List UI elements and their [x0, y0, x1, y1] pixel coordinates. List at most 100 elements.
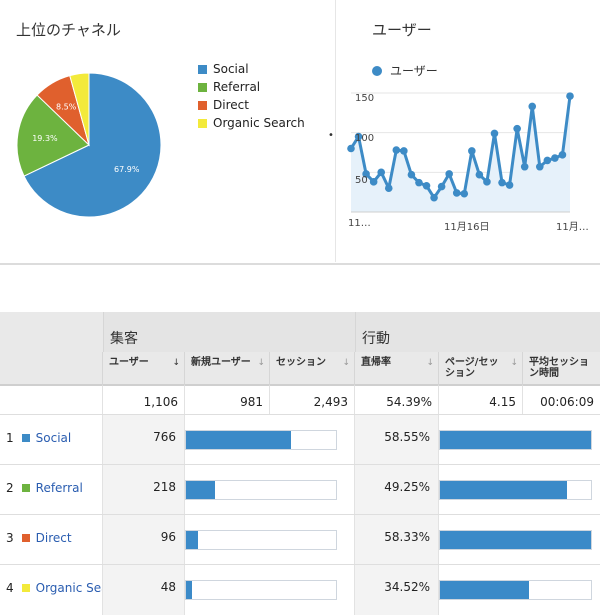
new-users-bar-fill [186, 581, 192, 599]
row-index: 4 [6, 581, 14, 595]
legend-label-organic-search: Organic Search [213, 116, 305, 130]
users-data-point[interactable] [490, 129, 499, 138]
behavior-bar-fill [440, 481, 567, 499]
legend-label-social: Social [213, 62, 249, 76]
header-channel [0, 352, 103, 384]
users-data-point[interactable] [445, 170, 453, 178]
row-new-users-bar-cell [185, 565, 355, 615]
header-pages-per-session[interactable]: ページ/セッション ↓ [439, 352, 523, 384]
users-data-point[interactable] [543, 156, 552, 165]
header-avg-session[interactable]: 平均セッション時間 [523, 352, 600, 384]
channel-link-direct[interactable]: Direct [36, 531, 72, 545]
legend-item-social[interactable]: Social [198, 60, 305, 78]
behavior-bar [439, 430, 592, 450]
row-channel-cell: 1 Social [0, 415, 103, 465]
total-pages-per-session: 4.15 [439, 384, 523, 414]
channels-pie-chart[interactable]: 67.9% 19.3% 8.5% [14, 70, 164, 220]
row-channel-cell: 4 Organic Search [0, 565, 103, 615]
users-data-point[interactable] [437, 182, 446, 191]
users-data-point[interactable] [407, 170, 416, 179]
header-bounce-rate-label: 直帰率 [361, 357, 391, 368]
header-sessions[interactable]: セッション ↓ [270, 352, 355, 384]
y-tick-label: 150 [355, 93, 375, 104]
users-data-point[interactable] [475, 170, 484, 179]
top-channels-title: 上位のチャネル [16, 21, 121, 39]
table-row: 1 Social 766 58.55% [0, 414, 600, 465]
group-behavior-label: 行動 [362, 331, 390, 347]
legend-swatch-organic-search [198, 118, 207, 128]
total-sessions: 2,493 [270, 384, 355, 414]
users-data-point[interactable] [460, 189, 469, 198]
users-data-point[interactable] [430, 193, 438, 202]
sort-desc-icon: ↓ [172, 358, 180, 368]
totals-label-cell [0, 384, 103, 414]
users-data-point[interactable] [377, 168, 386, 177]
legend-swatch-referral [198, 82, 207, 92]
row-behavior-bar-cell [439, 465, 600, 515]
channel-link-referral[interactable]: Referral [36, 481, 83, 495]
users-data-point[interactable] [392, 146, 401, 154]
behavior-bar [439, 580, 592, 600]
row-bounce-rate: 34.52% [355, 565, 439, 615]
group-behavior: 行動 [355, 312, 600, 352]
x-tick-label: 11… [348, 218, 371, 229]
header-sessions-label: セッション [276, 357, 326, 368]
pie-slice-label: 67.9% [114, 165, 140, 174]
users-data-point[interactable] [483, 178, 491, 186]
legend-item-direct[interactable]: Direct [198, 96, 305, 114]
channel-link-organic-search[interactable]: Organic Search [36, 581, 102, 595]
users-data-point[interactable] [400, 147, 408, 155]
section-divider [0, 263, 600, 265]
header-users-label: ユーザー [109, 357, 149, 368]
header-new-users[interactable]: 新規ユーザー ↓ [185, 352, 270, 384]
header-users[interactable]: ユーザー ↓ [103, 352, 185, 384]
row-users: 218 [103, 465, 185, 515]
row-index: 1 [6, 431, 14, 445]
behavior-bar-fill [440, 531, 591, 549]
sort-icon: ↓ [257, 358, 265, 368]
top-channels-card: 上位のチャネル 67.9% 19.3% 8.5% Social Referral D… [0, 0, 334, 262]
row-bounce-rate: 58.33% [355, 515, 439, 565]
total-bounce-rate: 54.39% [355, 384, 439, 414]
users-data-point[interactable] [535, 162, 544, 171]
y-tick-label: 50 [355, 175, 368, 186]
users-data-point[interactable] [513, 124, 521, 133]
table-row: 4 Organic Search 48 34.52% [0, 564, 600, 615]
legend-item-referral[interactable]: Referral [198, 78, 305, 96]
row-color-swatch [21, 534, 30, 542]
users-data-point[interactable] [505, 181, 514, 189]
behavior-bar-fill [440, 431, 591, 449]
row-behavior-bar-cell [439, 515, 600, 565]
row-behavior-bar-cell [439, 565, 600, 615]
users-data-point[interactable] [347, 144, 355, 153]
row-color-swatch [21, 434, 30, 442]
channel-link-social[interactable]: Social [36, 431, 72, 445]
users-data-point[interactable] [415, 178, 423, 187]
header-bounce-rate[interactable]: 直帰率 ↓ [355, 352, 439, 384]
row-index: 3 [6, 531, 14, 545]
users-data-point[interactable] [551, 154, 559, 162]
legend-label-direct: Direct [213, 98, 249, 112]
row-users: 96 [103, 515, 185, 565]
users-data-point[interactable] [558, 151, 567, 159]
users-data-point[interactable] [452, 189, 461, 197]
users-data-point[interactable] [468, 147, 476, 155]
legend-item-organic-search[interactable]: Organic Search [198, 114, 305, 132]
users-data-point[interactable] [498, 178, 506, 187]
row-index: 2 [6, 481, 14, 495]
divider-dot: • [328, 130, 334, 141]
group-acquisition-label: 集客 [110, 331, 138, 347]
x-tick-label: 11月16日 [444, 222, 490, 233]
behavior-bar [439, 480, 592, 500]
users-data-point[interactable] [384, 184, 393, 192]
new-users-bar [185, 580, 337, 600]
users-data-point[interactable] [520, 162, 529, 171]
sort-icon: ↓ [510, 358, 518, 368]
users-data-point[interactable] [422, 182, 431, 190]
users-card: ユーザー ユーザー 150 100 50 11… 11月16日 11月… [335, 0, 600, 262]
new-users-bar [185, 530, 337, 550]
users-data-point[interactable] [566, 92, 574, 100]
row-bounce-rate: 49.25% [355, 465, 439, 515]
users-data-point[interactable] [528, 102, 537, 111]
users-data-point[interactable] [369, 178, 378, 186]
